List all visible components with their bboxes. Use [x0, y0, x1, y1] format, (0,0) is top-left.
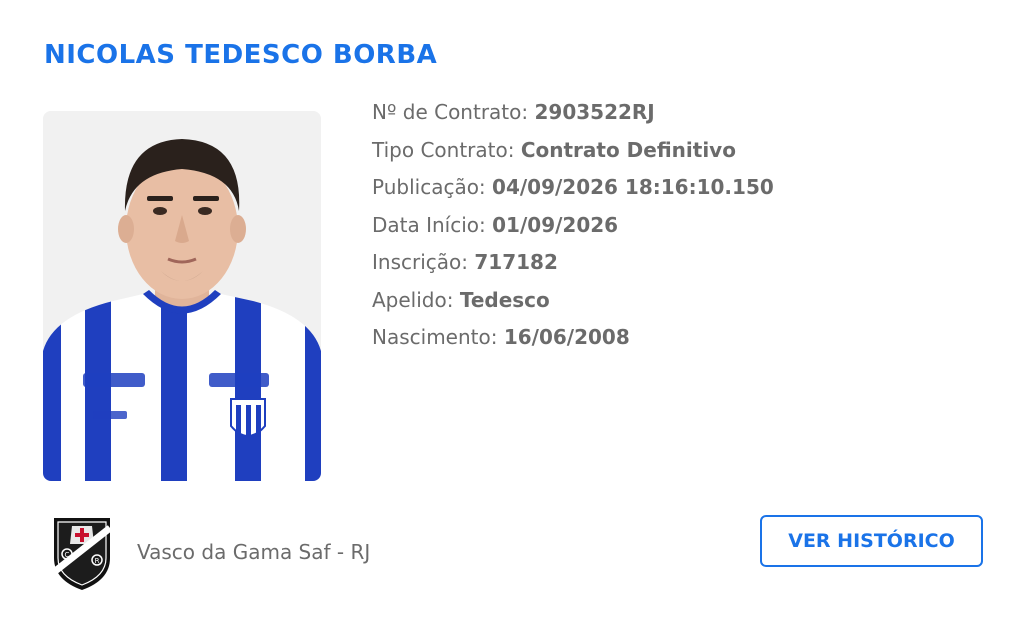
birth-date-value: 16/06/2008 — [503, 325, 630, 349]
registration-label: Inscrição: — [372, 250, 468, 274]
publication-label: Publicação: — [372, 175, 486, 199]
nickname-label: Apelido: — [372, 287, 454, 312]
registration-row: Inscrição: 717182 — [372, 247, 774, 285]
contract-details: Nº de Contrato: 2903522RJ Tipo Contrato:… — [372, 97, 774, 360]
start-date-value: 01/09/2026 — [492, 212, 619, 237]
contract-type-row: Tipo Contrato: Contrato Definitivo — [372, 135, 774, 173]
start-date-label: Data Início: — [372, 212, 486, 237]
nickname-row: Apelido: Tedesco — [372, 285, 774, 323]
club-name: Vasco da Gama Saf - RJ — [137, 540, 371, 564]
contract-number-row: Nº de Contrato: 2903522RJ — [372, 97, 774, 135]
vasco-crest-icon: C R — [50, 514, 114, 592]
player-photo — [43, 111, 321, 481]
contract-number-value: 2903522RJ — [534, 100, 655, 124]
contract-number-label: Nº de Contrato: — [372, 100, 529, 124]
contract-type-label: Tipo Contrato: — [372, 137, 515, 162]
player-name: NICOLAS TEDESCO BORBA — [44, 40, 438, 70]
birth-date-row: Nascimento: 16/06/2008 — [372, 322, 774, 360]
birth-date-label: Nascimento: — [372, 325, 498, 349]
svg-text:C: C — [65, 551, 70, 559]
nickname-value: Tedesco — [459, 287, 550, 312]
publication-row: Publicação: 04/09/2026 18:16:10.150 — [372, 172, 774, 210]
view-history-button[interactable]: VER HISTÓRICO — [760, 515, 983, 567]
player-card: NICOLAS TEDESCO BORBA Nº de Contrato: 29… — [0, 0, 1024, 640]
registration-value: 717182 — [474, 250, 558, 274]
svg-text:R: R — [95, 557, 100, 565]
contract-type-value: Contrato Definitivo — [520, 137, 736, 162]
publication-value: 04/09/2026 18:16:10.150 — [492, 175, 774, 199]
start-date-row: Data Início: 01/09/2026 — [372, 210, 774, 248]
